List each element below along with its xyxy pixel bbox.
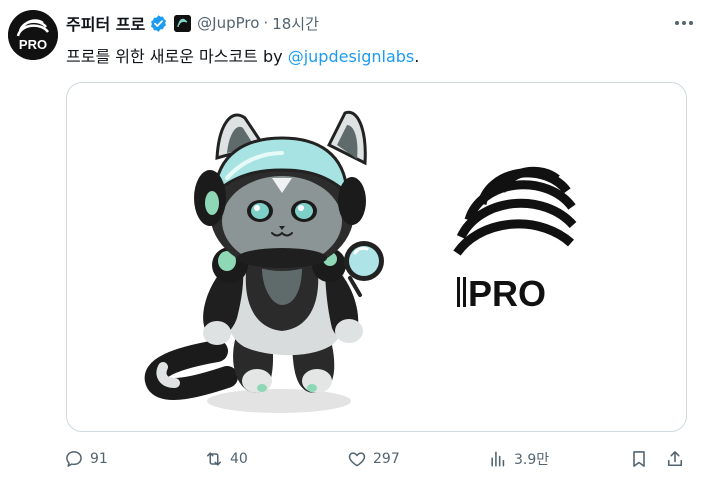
share-button[interactable]: [665, 444, 685, 474]
affiliate-badge-icon[interactable]: [174, 14, 192, 32]
heart-icon: [348, 452, 366, 467]
like-button[interactable]: 297: [347, 444, 400, 474]
avatar-text: PRO: [19, 37, 47, 52]
mention-link[interactable]: @jupdesignlabs: [288, 47, 415, 66]
display-name[interactable]: 주피터 프로: [66, 11, 145, 35]
tweet-text-prefix: 프로를 위한 새로운 마스코트 by: [66, 47, 288, 66]
repost-button[interactable]: 40: [204, 444, 248, 474]
timestamp[interactable]: 18시간: [272, 13, 319, 34]
more-options-button[interactable]: [672, 14, 696, 32]
more-dot-icon: [689, 21, 693, 25]
reply-count: 91: [90, 451, 108, 467]
tweet-text-suffix: .: [414, 47, 420, 66]
cat-mascot-illustration: [144, 110, 384, 413]
repost-icon: [207, 452, 221, 466]
tweet[interactable]: PRO 주피터 프로 @JupPro · 18시간 프로를 위한 새로운 마스코…: [0, 0, 712, 477]
views-count: 3.9만: [514, 452, 550, 468]
pro-logo: PRO: [453, 166, 577, 314]
bookmark-button[interactable]: [629, 444, 649, 474]
reply-button[interactable]: 91: [64, 444, 108, 474]
bookmark-icon: [633, 451, 645, 467]
like-count: 297: [373, 451, 400, 467]
action-bar: 91 40 297 3.9만: [60, 444, 700, 474]
pro-logo-avatar-icon: PRO: [8, 10, 58, 60]
share-icon: [667, 451, 683, 467]
more-dot-icon: [675, 21, 679, 25]
pro-logo-text: PRO: [468, 273, 546, 314]
views-button[interactable]: 3.9만: [488, 444, 549, 474]
tweet-text: 프로를 위한 새로운 마스코트 by @jupdesignlabs.: [66, 46, 419, 68]
repost-count: 40: [230, 451, 248, 467]
avatar[interactable]: PRO: [8, 10, 58, 60]
verified-badge-icon[interactable]: [149, 14, 168, 33]
media-image[interactable]: PRO: [66, 82, 687, 432]
separator-dot: ·: [263, 14, 269, 32]
handle[interactable]: @JupPro: [197, 14, 259, 32]
more-dot-icon: [682, 21, 686, 25]
tweet-header: 주피터 프로 @JupPro · 18시간: [66, 12, 319, 34]
analytics-icon: [491, 451, 505, 467]
reply-icon: [66, 451, 82, 467]
